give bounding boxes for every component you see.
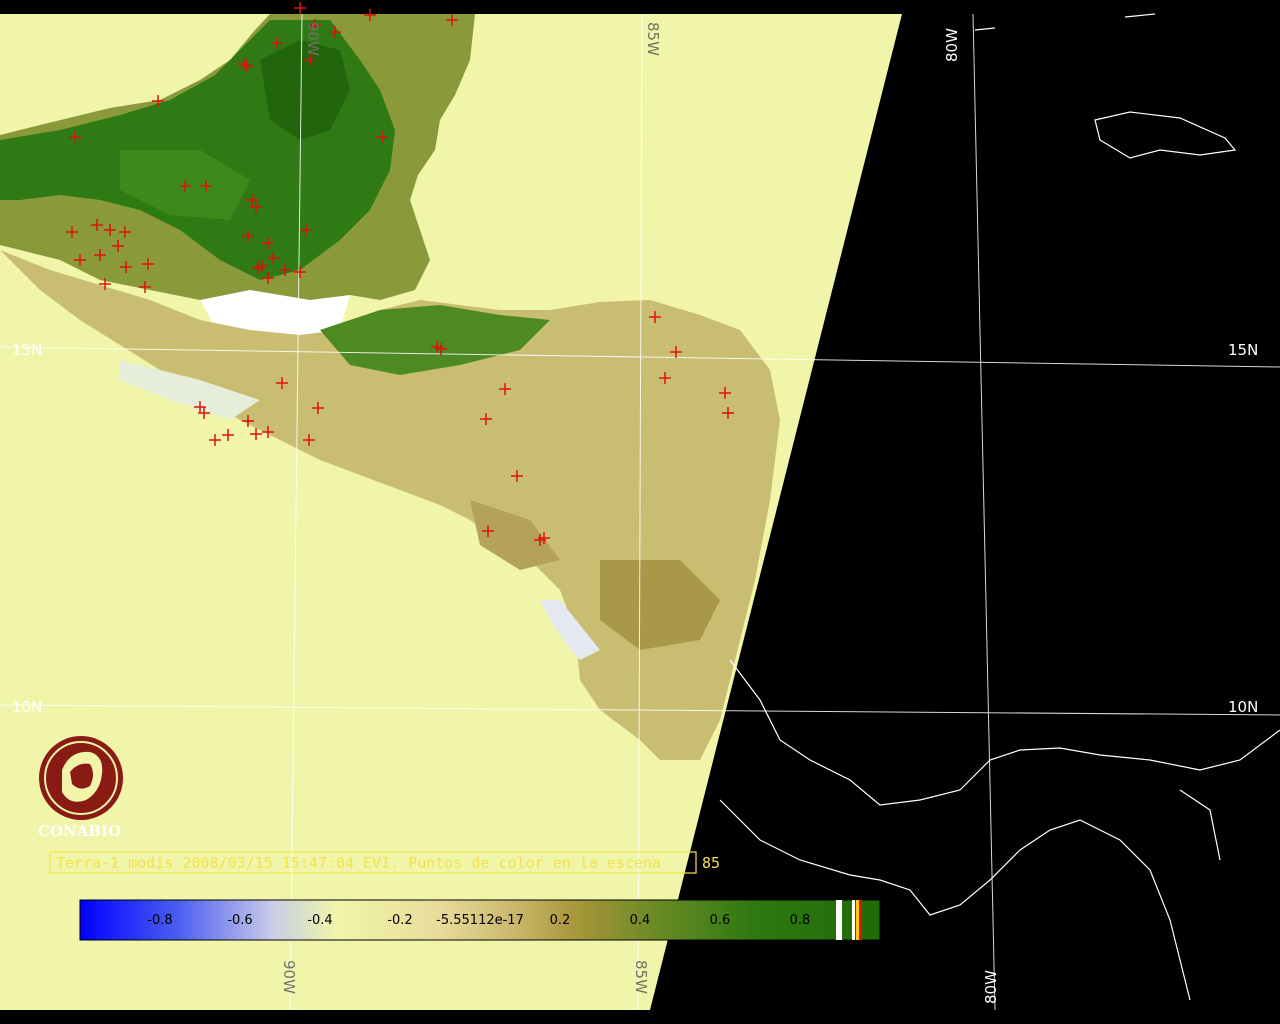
- satellite-map: 15N 15N 10N 10N 90W 85W 80W 90W 85W 80W …: [0, 0, 1280, 1024]
- colorbar-tick-label: -0.6: [227, 913, 252, 928]
- evi-colorbar: -0.8 -0.6 -0.4 -0.2 -5.55112e-17 0.2 0.4 0.6 0.8: [79, 899, 881, 941]
- colorbar-tick-label: 0.2: [550, 913, 571, 928]
- colorbar-tick-label: -0.2: [387, 913, 412, 928]
- caption-text: Terra-1 modis 2008/03/15 15:47:04 EVI. P…: [56, 854, 661, 872]
- lon-label-80w-top: 80W: [943, 28, 961, 62]
- logo-name: CONABIO: [38, 822, 121, 840]
- caption-count: 85: [702, 854, 720, 872]
- colorbar-tick-label: -0.4: [307, 913, 332, 928]
- lat-label-10n-right: 10N: [1228, 698, 1258, 716]
- lat-label-15n-left: 15N: [12, 341, 42, 359]
- colorbar-tick-label: 0.6: [710, 913, 731, 928]
- colorbar-tick-label: -0.8: [147, 913, 172, 928]
- lon-label-90w-bottom: 90W: [280, 960, 298, 994]
- colorbar-tick-labels: -0.8 -0.6 -0.4 -0.2 -5.55112e-17 0.2 0.4 0.6 0.8: [147, 913, 810, 928]
- colorbar-tick-label: 0.8: [790, 913, 811, 928]
- lon-label-85w-bottom: 85W: [632, 960, 650, 994]
- lat-label-15n-right: 15N: [1228, 341, 1258, 359]
- lat-label-10n-left: 10N: [12, 698, 42, 716]
- colorbar-tick-label: 0.4: [630, 913, 651, 928]
- lon-label-90w-top: 90W: [304, 22, 322, 56]
- conabio-logo: CONABIO: [38, 736, 123, 840]
- lon-label-80w-bottom: 80W: [982, 970, 1000, 1004]
- colorbar-tick-label: -5.55112e-17: [436, 913, 524, 928]
- scene-caption: Terra-1 modis 2008/03/15 15:47:04 EVI. P…: [49, 851, 720, 874]
- lon-label-85w-top: 85W: [644, 22, 662, 56]
